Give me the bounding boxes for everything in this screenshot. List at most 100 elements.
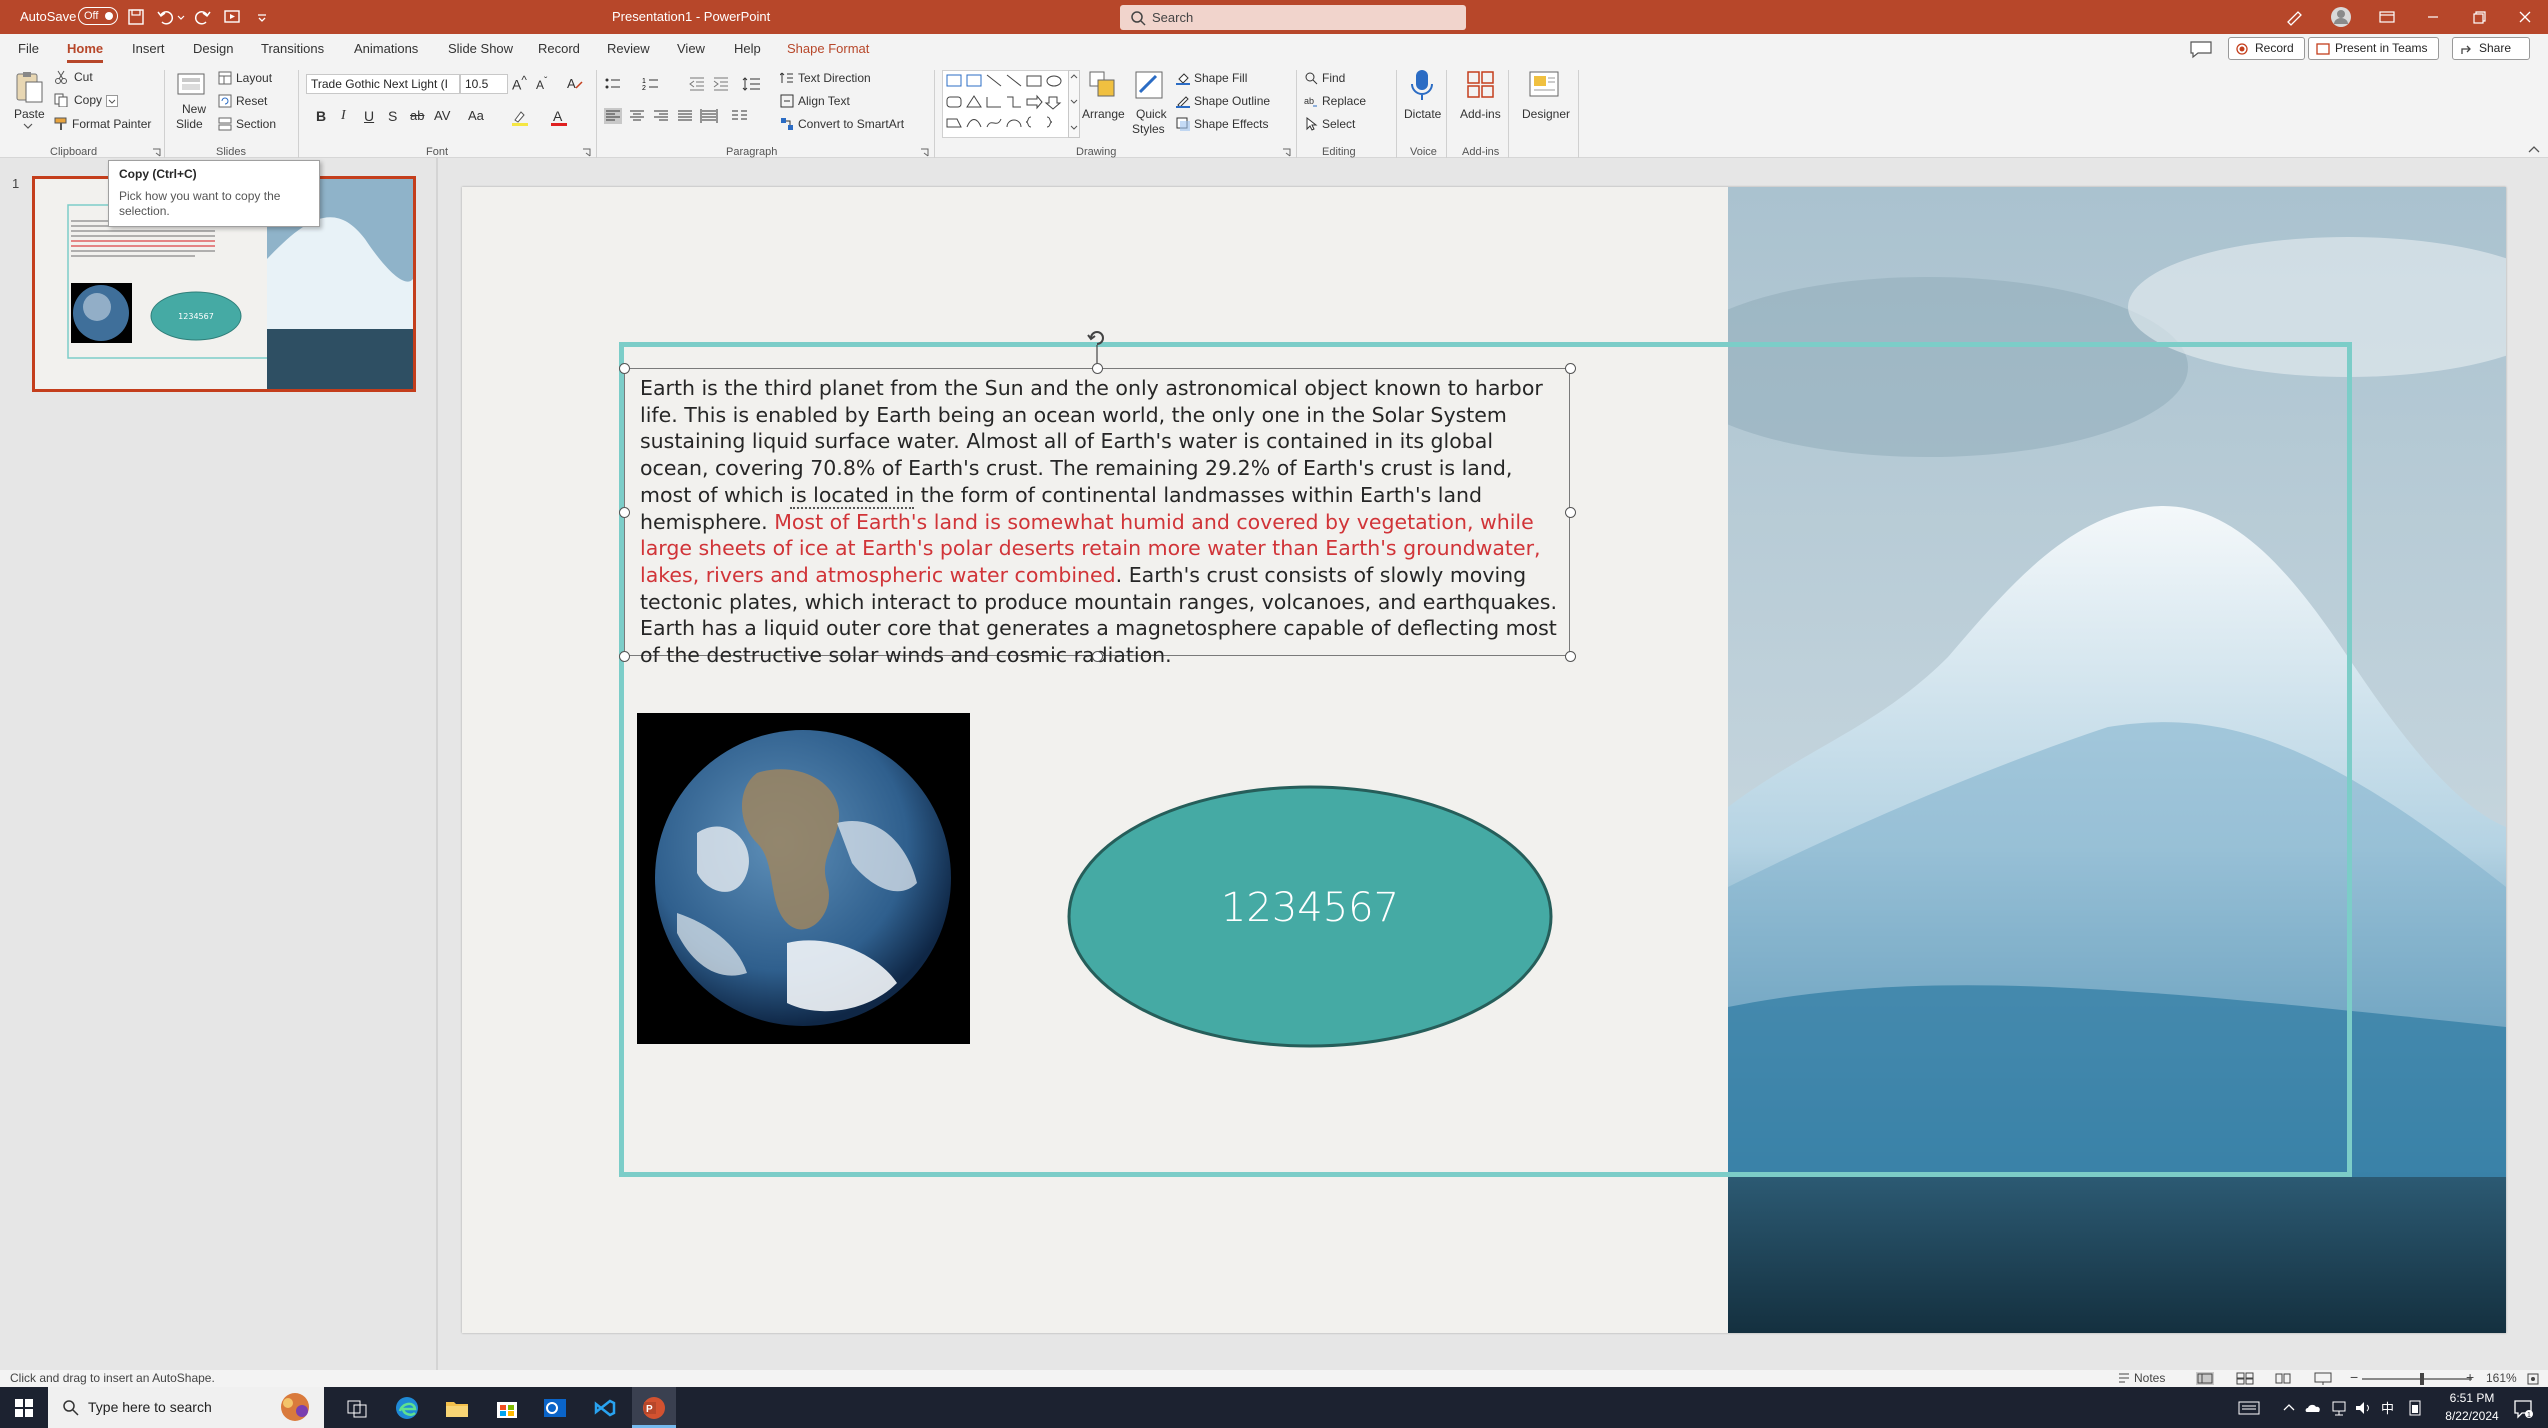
notes-button[interactable]: Notes — [2118, 1370, 2172, 1387]
underline-button[interactable]: U — [364, 108, 374, 124]
slide-sorter-icon[interactable] — [2236, 1372, 2254, 1385]
align-right-icon[interactable] — [652, 108, 670, 124]
collapse-ribbon-icon[interactable] — [2528, 144, 2540, 154]
resize-handle-top[interactable] — [1092, 363, 1103, 374]
strikethrough-button[interactable]: ab — [410, 108, 424, 123]
decrease-indent-icon[interactable] — [688, 76, 706, 92]
tab-transitions[interactable]: Transitions — [261, 41, 324, 56]
resize-handle-top-left[interactable] — [619, 363, 630, 374]
numbering-icon[interactable]: 12 — [642, 76, 668, 92]
network-icon[interactable] — [2330, 1399, 2348, 1417]
earth-image[interactable] — [637, 713, 970, 1044]
normal-view-icon[interactable] — [2196, 1372, 2214, 1385]
avatar[interactable] — [2330, 6, 2352, 28]
proofing-underline-text[interactable]: is located in — [790, 482, 915, 509]
taskbar-search[interactable]: Type here to search — [48, 1387, 324, 1428]
store-icon[interactable] — [494, 1395, 520, 1421]
bullets-icon[interactable] — [604, 76, 630, 92]
zoom-level[interactable]: 161% — [2486, 1371, 2517, 1385]
arrange-button[interactable] — [1088, 70, 1118, 100]
search-box[interactable]: Search — [1120, 5, 1466, 30]
decrease-font-size-button[interactable]: Aˇ — [536, 76, 547, 92]
tab-insert[interactable]: Insert — [132, 41, 165, 56]
slide-canvas[interactable]: Earth is the third planet from the Sun a… — [462, 187, 2506, 1333]
autosave-toggle[interactable]: Off — [78, 7, 118, 25]
restore-icon[interactable] — [2468, 6, 2490, 28]
find-button[interactable]: Find — [1304, 69, 1374, 89]
line-spacing-icon[interactable] — [742, 76, 768, 92]
cut-button[interactable]: Cut — [54, 68, 114, 88]
reset-button[interactable]: Reset — [218, 92, 288, 112]
paste-button[interactable] — [12, 70, 44, 104]
tab-file[interactable]: File — [18, 41, 39, 56]
font-color-icon[interactable]: A — [550, 108, 576, 126]
add-ins-button[interactable] — [1466, 70, 1496, 100]
file-explorer-icon[interactable] — [444, 1395, 470, 1421]
slide-show-icon[interactable] — [2314, 1372, 2332, 1385]
new-slide-button[interactable] — [176, 70, 206, 100]
bold-button[interactable]: B — [316, 108, 326, 124]
start-from-beginning-icon[interactable] — [222, 7, 242, 27]
shapes-gallery-scroll-icon[interactable] — [1068, 70, 1080, 138]
highlight-color-icon[interactable] — [510, 108, 536, 126]
tab-review[interactable]: Review — [607, 41, 650, 56]
show-hidden-icons-icon[interactable] — [2282, 1401, 2296, 1413]
tab-shape-format[interactable]: Shape Format — [787, 41, 869, 56]
text-shadow-button[interactable]: S — [388, 108, 397, 124]
tab-help[interactable]: Help — [734, 41, 761, 56]
pane-splitter[interactable] — [436, 158, 438, 1370]
character-spacing-button[interactable]: AV — [434, 108, 450, 123]
tab-design[interactable]: Design — [193, 41, 233, 56]
onedrive-icon[interactable] — [2304, 1399, 2322, 1417]
designer-button[interactable] — [1528, 70, 1560, 100]
dictate-button[interactable] — [1408, 68, 1436, 102]
battery-icon[interactable] — [2406, 1399, 2424, 1417]
taskbar-date[interactable]: 8/22/2024 — [2436, 1409, 2508, 1423]
share-button[interactable]: Share — [2452, 37, 2531, 60]
taskbar-time[interactable]: 6:51 PM — [2440, 1391, 2504, 1405]
shape-effects-button[interactable]: Shape Effects — [1176, 115, 1296, 135]
text-direction-button[interactable]: Text Direction — [780, 69, 890, 89]
close-icon[interactable] — [2514, 6, 2536, 28]
minimize-icon[interactable] — [2422, 6, 2444, 28]
reading-view-icon[interactable] — [2274, 1372, 2292, 1385]
record-button[interactable]: Record — [2228, 37, 2305, 60]
redo-icon[interactable] — [192, 7, 212, 27]
present-in-teams-button[interactable]: Present in Teams — [2308, 37, 2439, 60]
ribbon-display-options-icon[interactable] — [2376, 6, 2398, 28]
tab-animations[interactable]: Animations — [354, 41, 418, 56]
section-button[interactable]: Section — [218, 115, 288, 135]
resize-handle-right[interactable] — [1565, 507, 1576, 518]
resize-handle-left[interactable] — [619, 507, 630, 518]
distributed-icon[interactable] — [700, 108, 718, 124]
drawing-launcher-icon[interactable] — [1282, 148, 1291, 157]
undo-icon[interactable] — [156, 7, 176, 27]
font-name-field[interactable]: Trade Gothic Next Light (I — [306, 74, 460, 94]
zoom-in-button[interactable]: + — [2466, 1369, 2474, 1385]
columns-icon[interactable] — [730, 108, 758, 124]
tab-record[interactable]: Record — [538, 41, 580, 56]
align-center-icon[interactable] — [628, 108, 646, 124]
zoom-out-button[interactable]: − — [2350, 1369, 2358, 1385]
powerpoint-taskbar-button[interactable]: P — [632, 1387, 676, 1428]
customize-quick-access-icon[interactable] — [252, 7, 272, 27]
resize-handle-top-right[interactable] — [1565, 363, 1576, 374]
task-view-icon[interactable] — [346, 1397, 368, 1419]
vscode-icon[interactable] — [592, 1395, 618, 1421]
align-left-icon[interactable] — [604, 108, 622, 124]
volume-icon[interactable] — [2354, 1399, 2372, 1417]
font-launcher-icon[interactable] — [582, 148, 591, 157]
ime-icon[interactable]: 中 — [2380, 1399, 2398, 1417]
tab-slide-show[interactable]: Slide Show — [448, 41, 513, 56]
pen-icon[interactable] — [2284, 6, 2306, 28]
justify-icon[interactable] — [676, 108, 694, 124]
shape-fill-button[interactable]: Shape Fill — [1176, 69, 1286, 89]
change-case-button[interactable]: Aa — [468, 108, 484, 123]
select-button[interactable]: Select — [1304, 115, 1374, 135]
align-text-button[interactable]: Align Text — [780, 92, 870, 112]
copy-dropdown-icon[interactable] — [106, 95, 118, 107]
replace-button[interactable]: ab Replace — [1304, 92, 1388, 112]
ellipse-text[interactable]: 1234567 — [1067, 885, 1553, 931]
edge-icon[interactable] — [394, 1395, 420, 1421]
comments-icon[interactable] — [2188, 39, 2214, 59]
